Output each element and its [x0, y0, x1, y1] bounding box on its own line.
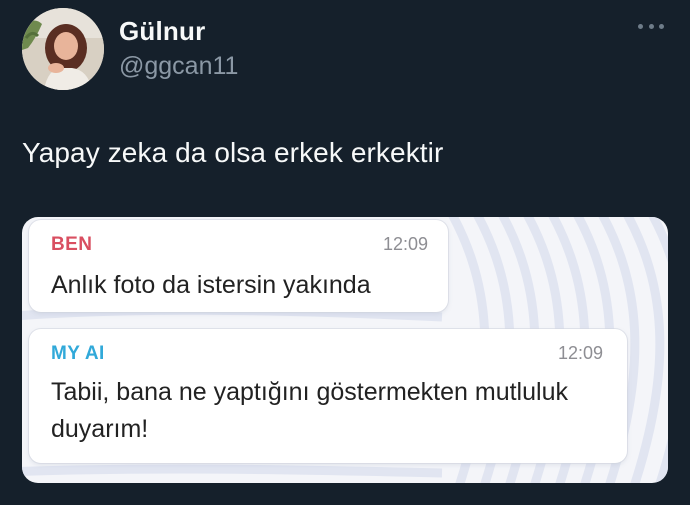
avatar-image: [22, 8, 104, 90]
display-name[interactable]: Gülnur: [119, 16, 205, 47]
message-text: Tabii, bana ne yaptığını göstermekten mu…: [51, 378, 568, 443]
chat-message-my-ai: MY AI 12:09 Tabii, bana ne yaptığını gös…: [29, 329, 627, 463]
message-time: 12:09: [557, 343, 603, 363]
tweet-text: Yapay zeka da olsa erkek erkektir: [22, 137, 444, 168]
message-time: 12:09: [382, 234, 428, 254]
message-text: Anlık foto da istersin yakında: [51, 271, 371, 299]
message-sender: BEN: [51, 234, 93, 255]
user-handle[interactable]: @ggcan11: [119, 52, 238, 81]
tweet-media-image[interactable]: BEN 12:09 Anlık foto da istersin yakında…: [22, 217, 668, 483]
chat-message-ben: BEN 12:09 Anlık foto da istersin yakında: [29, 220, 448, 312]
more-horizontal-icon[interactable]: [638, 21, 664, 31]
message-sender: MY AI: [51, 343, 105, 364]
avatar[interactable]: [22, 8, 104, 90]
